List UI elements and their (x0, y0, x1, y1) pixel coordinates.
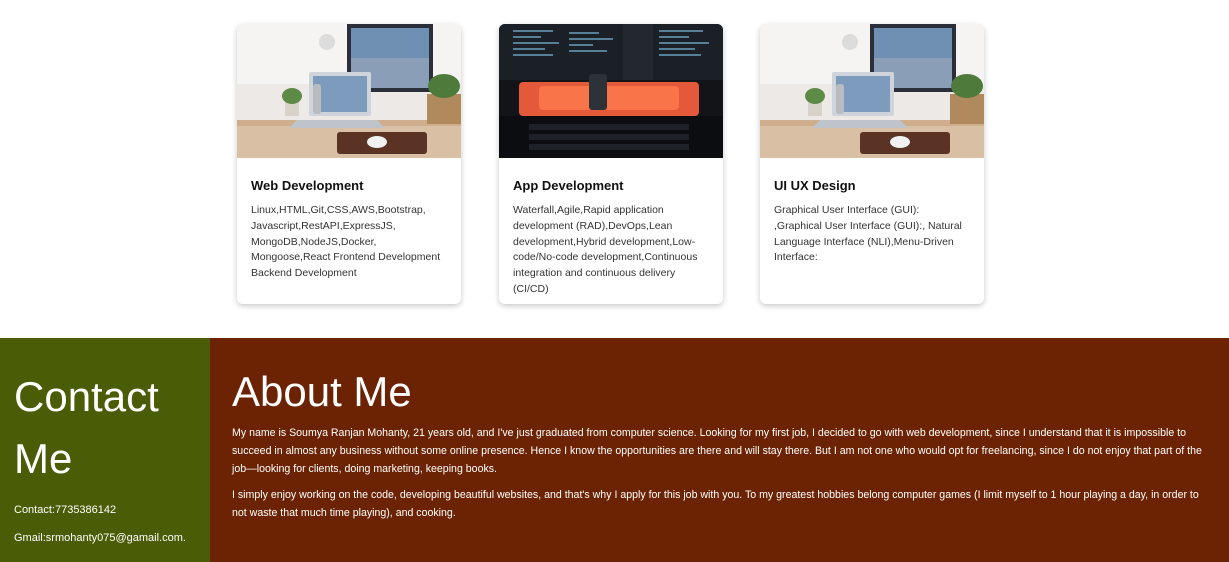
card-description: Waterfall,Agile,Rapid application develo… (513, 204, 698, 295)
contact-panel: Contact Me Contact:7735386142 Gmail:srmo… (0, 338, 210, 562)
about-paragraph-1: My name is Soumya Ranjan Mohanty, 21 yea… (232, 427, 1202, 475)
card-title: UI UX Design (774, 178, 856, 193)
contact-email: Gmail:srmohanty075@gamail.com. (14, 532, 186, 544)
card-title: Web Development (251, 178, 364, 193)
code-screen-photo (499, 24, 723, 158)
about-paragraph-2: I simply enjoy working on the code, deve… (232, 489, 1199, 519)
skill-card-app-development: App Development Waterfall,Agile,Rapid ap… (499, 24, 723, 304)
about-title: About Me (232, 368, 412, 415)
contact-title: Contact Me (14, 373, 159, 482)
skill-card-ui-ux-design: UI UX Design Graphical User Interface (G… (760, 24, 984, 304)
card-description: Graphical User Interface (GUI): ,Graphic… (774, 204, 962, 264)
laptop-desk-photo (760, 24, 984, 158)
about-panel: About Me My name is Soumya Ranjan Mohant… (210, 338, 1229, 562)
skills-section: Web Development Linux,HTML,Git,CSS,AWS,B… (0, 0, 1229, 338)
skill-card-web-development: Web Development Linux,HTML,Git,CSS,AWS,B… (237, 24, 461, 304)
laptop-desk-photo (237, 24, 461, 158)
card-title: App Development (513, 178, 624, 193)
footer-section: Contact Me Contact:7735386142 Gmail:srmo… (0, 338, 1229, 562)
contact-phone: Contact:7735386142 (14, 504, 117, 516)
card-description: Linux,HTML,Git,CSS,AWS,Bootstrap, Javasc… (251, 204, 441, 280)
